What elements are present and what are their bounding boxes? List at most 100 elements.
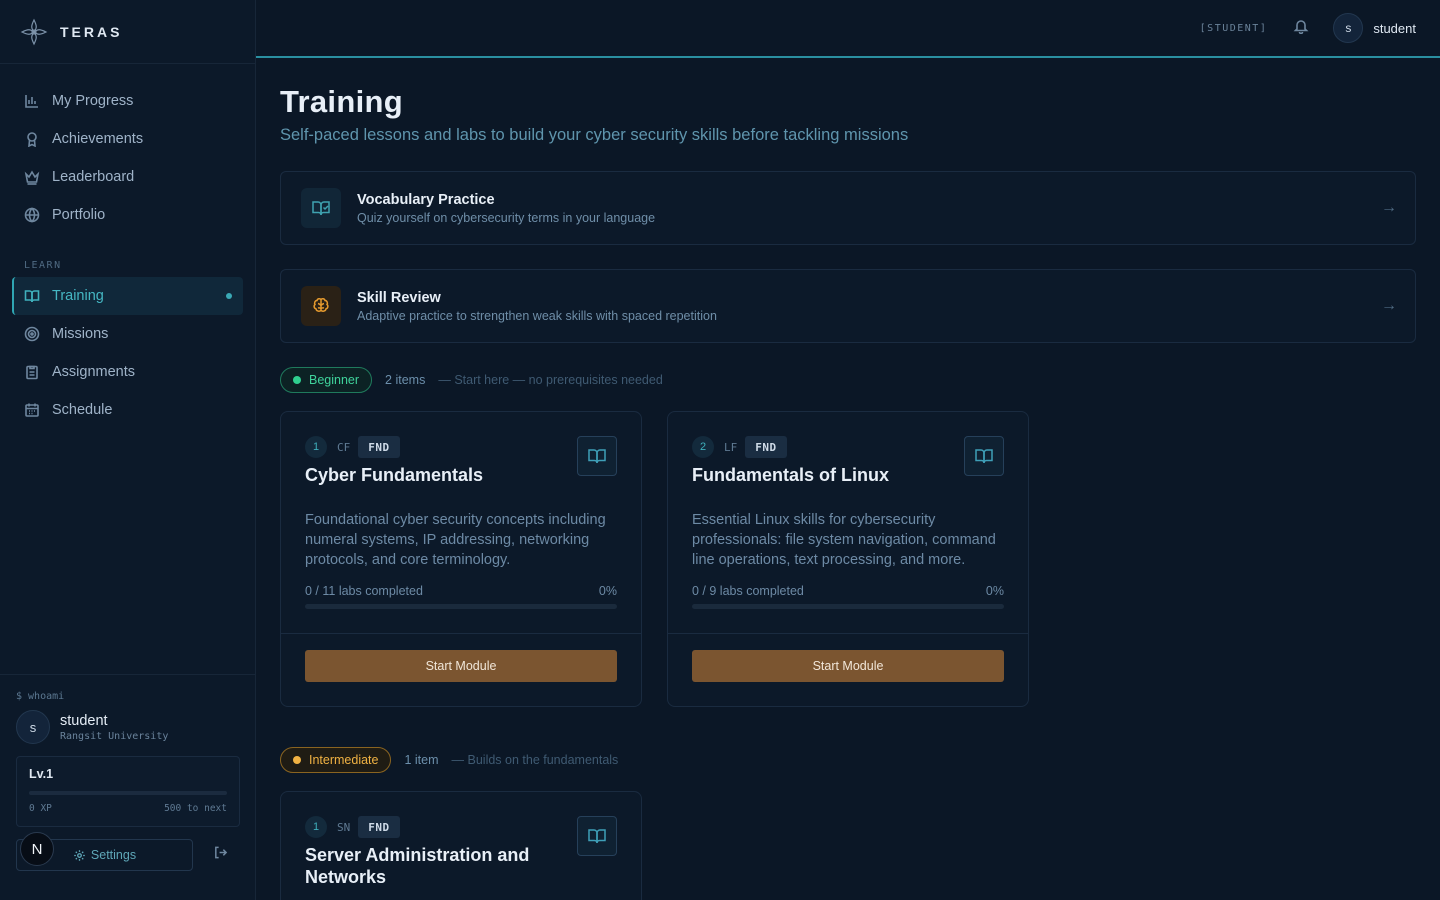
page-subtitle: Self-paced lessons and labs to build you… xyxy=(280,126,909,144)
intermediate-section-header: Intermediate 1 item — Builds on the fund… xyxy=(280,747,1416,773)
gear-icon xyxy=(74,849,85,861)
module-description: Essential Linux skills for cybersecurity… xyxy=(692,512,996,568)
level-label: Intermediate xyxy=(309,753,379,767)
sidebar-item-schedule[interactable]: Schedule xyxy=(12,391,243,429)
logout-button[interactable] xyxy=(213,845,228,865)
arrow-right-icon: → xyxy=(1381,297,1397,314)
module-code: SN xyxy=(337,820,351,834)
level-note: — Start here — no prerequisites needed xyxy=(438,373,663,387)
sidebar-item-training[interactable]: Training xyxy=(12,277,243,315)
intermediate-pill[interactable]: Intermediate xyxy=(280,747,392,773)
calendar-icon xyxy=(25,403,39,417)
bar-chart-icon xyxy=(25,95,38,108)
role-tag: [STUDENT] xyxy=(1199,22,1268,34)
module-description: Foundational cyber security concepts inc… xyxy=(305,512,606,568)
level-note: — Builds on the fundamentals xyxy=(451,753,619,767)
sidebar-item-label: Portfolio xyxy=(52,207,106,223)
crown-icon xyxy=(24,170,40,185)
top-username[interactable]: student xyxy=(1373,21,1416,36)
book-open-icon xyxy=(588,829,606,844)
feature-icon-box xyxy=(301,188,341,228)
module-card-server-administration[interactable]: 1 SN FND Server Administration and Netwo… xyxy=(280,791,642,900)
open-module-button[interactable] xyxy=(577,816,617,856)
sidebar-item-my-progress[interactable]: My Progress xyxy=(12,82,243,120)
module-number: 1 xyxy=(305,816,327,838)
progress-text: 0 / 9 labs completed xyxy=(692,584,804,598)
module-title: Cyber Fundamentals xyxy=(305,465,484,485)
sidebar-item-missions[interactable]: Missions xyxy=(12,315,243,353)
sidebar-item-label: Schedule xyxy=(52,402,113,418)
sidebar-nav: My Progress Achievements Leaderboard Por… xyxy=(0,64,255,429)
status-dot xyxy=(293,376,301,384)
sidebar-item-label: Missions xyxy=(52,326,109,342)
module-tag: FND xyxy=(358,816,400,838)
teras-logo-icon xyxy=(20,18,48,45)
start-module-button[interactable]: Start Module xyxy=(692,650,1004,682)
book-open-icon xyxy=(24,290,40,303)
module-tag: FND xyxy=(358,436,400,458)
sidebar-item-label: Assignments xyxy=(52,364,136,380)
target-icon xyxy=(24,326,40,342)
user-panel: $ whoami s student Rangsit University Lv… xyxy=(0,674,256,900)
status-dot xyxy=(293,756,301,764)
user-row[interactable]: s student Rangsit University xyxy=(16,710,240,744)
xp-progress-bar xyxy=(29,791,227,795)
intermediate-modules: 1 SN FND Server Administration and Netwo… xyxy=(280,791,1416,900)
active-indicator-dot xyxy=(226,293,232,299)
notifications-button[interactable] xyxy=(1293,18,1309,39)
sidebar-item-assignments[interactable]: Assignments xyxy=(12,353,243,391)
module-tag: FND xyxy=(745,436,787,458)
start-module-button[interactable]: Start Module xyxy=(305,650,617,682)
sidebar-item-leaderboard[interactable]: Leaderboard xyxy=(12,158,243,196)
sidebar-item-portfolio[interactable]: Portfolio xyxy=(12,196,243,234)
sidebar-item-label: My Progress xyxy=(52,93,134,109)
module-progress-bar xyxy=(692,604,1004,609)
module-title: Server Administration and Networks xyxy=(305,845,530,887)
skill-review-card[interactable]: Skill Review Adaptive practice to streng… xyxy=(280,269,1416,343)
whoami-prompt: $ whoami xyxy=(16,691,65,702)
module-number: 2 xyxy=(692,436,714,458)
open-module-button[interactable] xyxy=(577,436,617,476)
progress-percent: 0% xyxy=(598,584,617,598)
beginner-section-header: Beginner 2 items — Start here — no prere… xyxy=(280,367,1416,393)
beginner-modules: 1 CF FND Cyber Fundamentals Foundational… xyxy=(280,411,1416,707)
brand[interactable]: TERAS xyxy=(0,0,255,64)
module-code: CF xyxy=(337,440,351,454)
module-card-fundamentals-of-linux[interactable]: 2 LF FND Fundamentals of Linux Essential… xyxy=(667,411,1029,707)
progress-percent: 0% xyxy=(985,584,1004,598)
framework-badge[interactable]: N xyxy=(20,832,54,866)
feature-icon-box xyxy=(301,286,341,326)
user-name: student xyxy=(60,712,108,729)
clipboard-icon xyxy=(26,365,38,380)
user-org: Rangsit University xyxy=(60,730,169,742)
open-module-button[interactable] xyxy=(964,436,1004,476)
module-title: Fundamentals of Linux xyxy=(692,465,890,485)
top-avatar[interactable]: s xyxy=(1333,13,1364,43)
level-label: Beginner xyxy=(309,373,360,387)
item-count: 2 items xyxy=(385,373,426,387)
book-check-icon xyxy=(312,201,330,216)
logout-icon xyxy=(215,846,228,859)
feature-title: Vocabulary Practice xyxy=(357,191,495,208)
brand-name: TERAS xyxy=(60,23,123,40)
top-bar: [STUDENT] s student xyxy=(256,0,1440,58)
sidebar: TERAS My Progress Achievements Leaderboa… xyxy=(0,0,256,900)
settings-label: Settings xyxy=(90,848,137,862)
level-label: Lv.1 xyxy=(29,767,54,781)
main-content: Training Self-paced lessons and labs to … xyxy=(280,84,1416,900)
sidebar-item-achievements[interactable]: Achievements xyxy=(12,120,243,158)
arrow-right-icon: → xyxy=(1381,199,1397,216)
feature-title: Skill Review xyxy=(357,289,441,306)
nav-section-learn: LEARN xyxy=(24,260,62,271)
avatar: s xyxy=(16,710,50,744)
vocabulary-practice-card[interactable]: Vocabulary Practice Quiz yourself on cyb… xyxy=(280,171,1416,245)
beginner-pill[interactable]: Beginner xyxy=(280,367,373,393)
module-number: 1 xyxy=(305,436,327,458)
xp-value: 0 XP xyxy=(29,803,52,814)
page-title: Training xyxy=(280,84,403,119)
brain-icon xyxy=(313,298,329,312)
globe-icon xyxy=(24,207,40,223)
module-card-cyber-fundamentals[interactable]: 1 CF FND Cyber Fundamentals Foundational… xyxy=(280,411,642,707)
progress-text: 0 / 11 labs completed xyxy=(305,584,423,598)
feature-desc: Adaptive practice to strengthen weak ski… xyxy=(357,308,717,323)
